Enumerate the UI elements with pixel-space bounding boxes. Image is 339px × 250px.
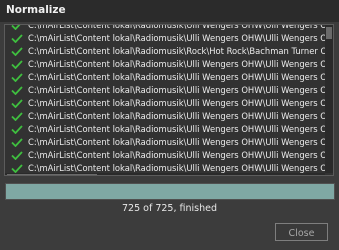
file-path: C:\mAirList\Content lokal\Radiomusik\Ull… (28, 72, 325, 82)
file-path: C:\mAirList\Content lokal\Radiomusik\Ull… (28, 24, 325, 30)
check-icon (11, 99, 23, 108)
check-icon (11, 164, 23, 173)
list-item[interactable]: C:\mAirList\Content lokal\Radiomusik\Ull… (5, 110, 325, 123)
file-path: C:\mAirList\Content lokal\Radiomusik\Ull… (28, 111, 325, 121)
list-item[interactable]: C:\mAirList\Content lokal\Radiomusik\Ull… (5, 97, 325, 110)
file-path: C:\mAirList\Content lokal\Radiomusik\Ull… (28, 175, 325, 176)
file-path: C:\mAirList\Content lokal\Radiomusik\Ull… (28, 59, 325, 69)
vertical-scrollbar[interactable] (325, 25, 333, 173)
list-item[interactable]: C:\mAirList\Content lokal\Radiomusik\Ull… (5, 84, 325, 97)
check-icon (11, 125, 23, 134)
check-icon (11, 34, 23, 43)
file-list-rows: C:\mAirList\Content lokal\Radiomusik\Ull… (5, 24, 325, 176)
file-path: C:\mAirList\Content lokal\Radiomusik\Roc… (28, 46, 325, 56)
file-path: C:\mAirList\Content lokal\Radiomusik\Ull… (28, 124, 325, 134)
check-icon (11, 138, 23, 147)
title-bar: Normalize (0, 0, 339, 22)
status-text: 725 of 725, finished (122, 203, 217, 214)
file-path: C:\mAirList\Content lokal\Radiomusik\Ull… (28, 98, 325, 108)
list-item[interactable]: C:\mAirList\Content lokal\Radiomusik\Ull… (5, 32, 325, 45)
check-icon (11, 112, 23, 121)
check-icon (11, 151, 23, 160)
list-item[interactable]: C:\mAirList\Content lokal\Radiomusik\Ull… (5, 24, 325, 32)
file-list[interactable]: C:\mAirList\Content lokal\Radiomusik\Ull… (4, 24, 334, 176)
list-item[interactable]: C:\mAirList\Content lokal\Radiomusik\Ull… (5, 71, 325, 84)
list-item[interactable]: C:\mAirList\Content lokal\Radiomusik\Ull… (5, 175, 325, 176)
file-path: C:\mAirList\Content lokal\Radiomusik\Ull… (28, 33, 325, 43)
file-path: C:\mAirList\Content lokal\Radiomusik\Ull… (28, 85, 325, 95)
list-item[interactable]: C:\mAirList\Content lokal\Radiomusik\Ull… (5, 58, 325, 71)
progress-bar (5, 183, 335, 200)
list-item[interactable]: C:\mAirList\Content lokal\Radiomusik\Ull… (5, 149, 325, 162)
file-path: C:\mAirList\Content lokal\Radiomusik\Ull… (28, 137, 325, 147)
vertical-scrollbar-thumb[interactable] (326, 27, 332, 39)
close-button[interactable]: Close (275, 223, 328, 241)
check-icon (11, 60, 23, 69)
window-title: Normalize (6, 4, 66, 16)
file-path: C:\mAirList\Content lokal\Radiomusik\Ull… (28, 150, 325, 160)
check-icon (11, 47, 23, 56)
list-item[interactable]: C:\mAirList\Content lokal\Radiomusik\Roc… (5, 45, 325, 58)
horizontal-scrollbar[interactable] (5, 173, 325, 175)
check-icon (11, 86, 23, 95)
progress-bar-fill (6, 184, 334, 199)
list-item[interactable]: C:\mAirList\Content lokal\Radiomusik\Ull… (5, 136, 325, 149)
horizontal-scrollbar-thumb[interactable] (7, 174, 97, 175)
check-icon (11, 73, 23, 82)
list-item[interactable]: C:\mAirList\Content lokal\Radiomusik\Ull… (5, 123, 325, 136)
check-icon (11, 25, 21, 30)
